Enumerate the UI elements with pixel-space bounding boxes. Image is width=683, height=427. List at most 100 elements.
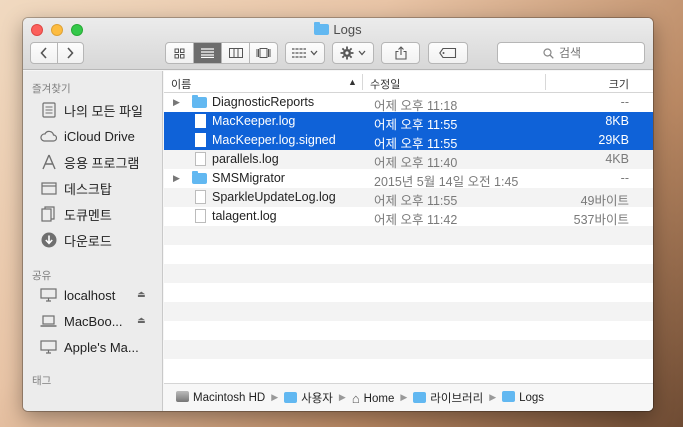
folder-icon: [314, 22, 330, 35]
sidebar-item-macbook[interactable]: MacBoo...: [40, 310, 123, 332]
icon-view-button[interactable]: [166, 43, 194, 63]
table-row[interactable]: MacKeeper.log 어제 오후 11:55 8KB: [164, 112, 653, 132]
folder-icon: [192, 95, 207, 108]
file-name: SparkleUpdateLog.log: [212, 190, 336, 204]
grid-icon: [292, 48, 306, 58]
document-icon: [195, 152, 206, 166]
view-mode-group: [165, 42, 278, 64]
file-list: 이름 ▲ 수정일 크기 ▶ DiagnosticReports 어제 오후 11:1…: [164, 71, 653, 411]
file-name: talagent.log: [212, 209, 277, 223]
path-segment-label: Logs: [519, 392, 545, 404]
action-button[interactable]: [332, 42, 374, 64]
sidebar-item-icloud-drive[interactable]: iCloud Drive: [40, 125, 135, 147]
file-size: 4KB: [605, 152, 629, 166]
path-segment-label: 사용자: [301, 392, 333, 405]
empty-row: [164, 302, 653, 321]
column-view-button[interactable]: [222, 43, 250, 63]
table-row[interactable]: ▶ DiagnosticReports 어제 오후 11:18 --: [164, 93, 653, 113]
sidebar-item-applications[interactable]: 응용 프로그램: [40, 151, 139, 173]
sidebar-item-downloads[interactable]: 다운로드: [40, 229, 112, 251]
sidebar-item-label: 응용 프로그램: [64, 155, 140, 171]
table-row[interactable]: talagent.log 어제 오후 11:42 537바이트: [164, 207, 653, 227]
path-segment[interactable]: Logs: [502, 391, 544, 404]
folder-icon: [502, 391, 516, 402]
file-rows: ▶ DiagnosticReports 어제 오후 11:18 -- MacKeeper…: [164, 93, 653, 383]
path-segment[interactable]: 사용자: [284, 390, 333, 406]
sidebar-item-all-files[interactable]: 나의 모든 파일: [40, 99, 143, 121]
window-title: Logs: [23, 22, 653, 37]
disclosure-triangle-icon[interactable]: ▶: [173, 173, 180, 184]
chevron-down-icon: [358, 50, 366, 56]
documents-icon: [40, 206, 57, 223]
share-button[interactable]: [381, 42, 420, 64]
cloud-icon: [40, 128, 57, 145]
column-name-header[interactable]: 이름: [171, 76, 191, 92]
file-name: MacKeeper.log: [212, 114, 296, 128]
sidebar-item-localhost[interactable]: localhost: [40, 284, 115, 306]
file-name: MacKeeper.log.signed: [212, 133, 336, 147]
folder-icon: [284, 391, 298, 403]
path-separator-icon: ▶: [271, 392, 279, 402]
sidebar-item-label: iCloud Drive: [64, 128, 135, 144]
coverflow-view-icon: [256, 48, 271, 58]
table-row[interactable]: SparkleUpdateLog.log 어제 오후 11:55 49바이트: [164, 188, 653, 208]
hard-drive-icon: [176, 391, 189, 402]
gear-icon: [340, 46, 354, 60]
chevron-down-icon: [310, 50, 318, 56]
sidebar-favorites-heading: 즐겨찾기: [32, 83, 71, 95]
list-view-icon: [201, 48, 214, 58]
path-segment[interactable]: 라이브러리: [413, 390, 483, 406]
column-size-header[interactable]: 크기: [609, 76, 629, 92]
column-date-header[interactable]: 수정일: [370, 76, 400, 92]
share-icon: [394, 46, 407, 60]
search-field[interactable]: [497, 42, 645, 64]
sidebar-item-label: 도큐멘트: [64, 207, 112, 223]
disclosure-triangle-icon[interactable]: ▶: [173, 97, 180, 108]
window-title-text: Logs: [333, 22, 362, 37]
sidebar-item-desktop[interactable]: 데스크탑: [40, 177, 112, 199]
table-row[interactable]: MacKeeper.log.signed 어제 오후 11:55 29KB: [164, 131, 653, 151]
file-name: SMSMigrator: [212, 171, 285, 185]
column-header: 이름 ▲ 수정일 크기: [164, 71, 653, 93]
download-icon: [40, 232, 57, 249]
sidebar-item-apples-mac[interactable]: Apple's Ma...: [40, 336, 139, 358]
eject-icon[interactable]: ⏏: [137, 315, 146, 326]
path-segment[interactable]: Macintosh HD: [176, 391, 265, 404]
sidebar-item-label: localhost: [64, 287, 116, 303]
document-icon: [195, 114, 206, 128]
sidebar-item-label: 데스크탑: [64, 181, 112, 197]
sidebar-item-label: MacBoo...: [64, 313, 123, 329]
display-icon: [40, 287, 57, 304]
forward-button[interactable]: [58, 43, 84, 63]
path-segment[interactable]: ⌂ Home: [352, 391, 395, 406]
eject-icon[interactable]: ⏏: [137, 289, 146, 300]
column-view-icon: [228, 48, 243, 58]
tag-icon: [439, 48, 457, 58]
table-row[interactable]: parallels.log 어제 오후 11:40 4KB: [164, 150, 653, 170]
path-segment-label: Macintosh HD: [193, 392, 266, 404]
path-separator-icon: ▶: [400, 392, 408, 402]
sidebar-item-documents[interactable]: 도큐멘트: [40, 203, 112, 225]
document-icon: [195, 190, 206, 204]
empty-row: [164, 340, 653, 359]
sidebar-item-label: 다운로드: [64, 233, 112, 249]
toolbar: Logs: [23, 18, 653, 70]
file-name: DiagnosticReports: [212, 95, 315, 109]
tag-button[interactable]: [428, 42, 468, 64]
coverflow-view-button[interactable]: [250, 43, 277, 63]
list-view-button[interactable]: [194, 43, 222, 63]
arrange-button[interactable]: [285, 42, 325, 64]
display-icon: [40, 339, 57, 356]
document-icon: [195, 209, 206, 223]
back-button[interactable]: [31, 43, 58, 63]
finder-window: Logs 검색 즐겨찾기 나의 모든 파일 iCloud Drive 응용 프로…: [23, 18, 653, 411]
icon-view-icon: [174, 48, 185, 58]
table-row[interactable]: ▶ SMSMigrator 2015년 5월 14일 오전 1:45 --: [164, 169, 653, 189]
chevron-right-icon: [67, 47, 74, 59]
chevron-left-icon: [40, 47, 47, 59]
path-separator-icon: ▶: [489, 392, 497, 402]
all-files-icon: [40, 102, 57, 119]
search-input[interactable]: [559, 46, 599, 60]
back-forward-group: [30, 42, 84, 64]
empty-row: [164, 226, 653, 245]
